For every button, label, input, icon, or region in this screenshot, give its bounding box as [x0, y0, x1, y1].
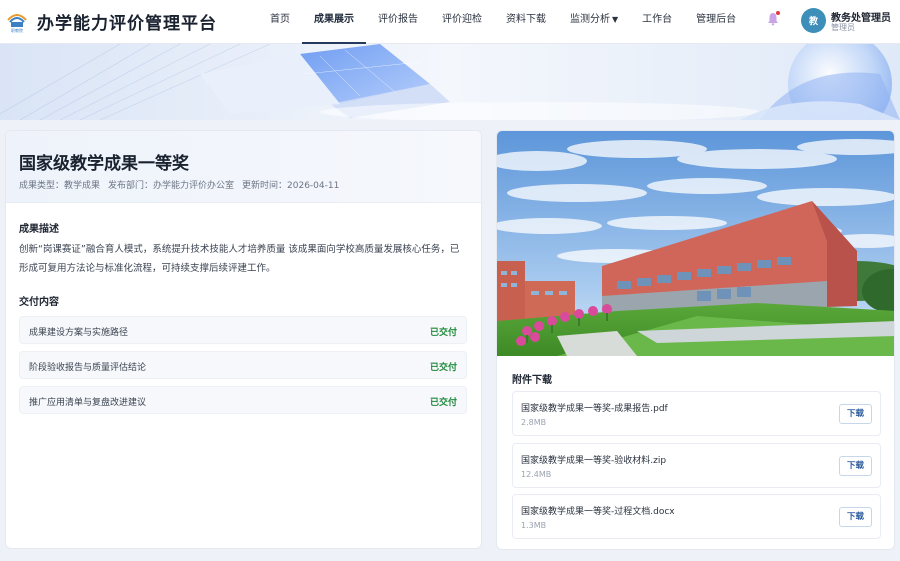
page-title: 国家级教学成果一等奖 [19, 154, 189, 174]
deliverable-item: 阶段验收报告与质量评估结论 已交付 [19, 351, 467, 379]
detail-header: 国家级教学成果一等奖 成果类型：教学成果 发布部门：办学能力评价办公室 更新时间… [6, 131, 481, 203]
attachment-name: 国家级教学成果一等奖-成果报告.pdf [521, 404, 668, 414]
top-header: 职教院 办学能力评价管理平台 首页 成果展示 评价报告 评价迎检 资料下载 监测… [0, 0, 900, 44]
chevron-down-icon: ▼ [612, 15, 619, 24]
deliverable-item: 推广应用清单与复盘改进建议 已交付 [19, 386, 467, 414]
download-button[interactable]: 下载 [839, 507, 872, 527]
deliverable-item: 成果建设方案与实施路径 已交付 [19, 316, 467, 344]
attachments-heading: 附件下载 [512, 375, 552, 386]
nav-workbench-label: 工作台 [642, 14, 673, 25]
notification-badge [776, 11, 780, 15]
nav-monitoring-label: 监测分析 [570, 14, 610, 25]
avatar[interactable]: 教 [801, 8, 826, 33]
status-badge: 已交付 [429, 398, 457, 408]
description-text: 创新“岗课赛证”融合育人模式，系统提升技术技能人才培养质量 该成果面向学校高质量… [19, 244, 460, 274]
description-heading: 成果描述 [19, 224, 59, 235]
nav-monitoring[interactable]: 监测分析 ▼ [558, 0, 630, 44]
download-button[interactable]: 下载 [839, 404, 872, 424]
status-badge: 已交付 [429, 363, 457, 373]
nav-home[interactable]: 首页 [258, 0, 302, 44]
attachment-name: 国家级教学成果一等奖-过程文档.docx [521, 507, 675, 517]
nav-workbench[interactable]: 工作台 [630, 0, 684, 44]
status-badge: 已交付 [429, 328, 457, 338]
download-button[interactable]: 下载 [839, 456, 872, 476]
main-nav: 首页 成果展示 评价报告 评价迎检 资料下载 监测分析 ▼ 工作台 管理后台 [258, 0, 748, 44]
nav-downloads[interactable]: 资料下载 [494, 0, 558, 44]
campus-photo [497, 131, 894, 356]
nav-inspection[interactable]: 评价迎检 [430, 0, 494, 44]
attachment-size: 1.3MB [521, 521, 547, 530]
nav-reports[interactable]: 评价报告 [366, 0, 430, 44]
meta-type: 成果类型：教学成果 [19, 181, 101, 191]
logo-text: 职教院 [11, 27, 23, 33]
attachment-item: 国家级教学成果一等奖-验收材料.zip 12.4MB 下载 [512, 443, 881, 488]
hero-banner [0, 44, 900, 120]
nav-achievements[interactable]: 成果展示 [302, 0, 366, 44]
nav-admin[interactable]: 管理后台 [684, 0, 748, 44]
attachment-size: 2.8MB [521, 418, 547, 427]
nav-reports-label: 评价报告 [378, 14, 418, 25]
detail-meta: 成果类型：教学成果 发布部门：办学能力评价办公室 更新时间：2026-04-11 [19, 178, 339, 191]
nav-inspection-label: 评价迎检 [442, 14, 482, 25]
meta-department: 发布部门：办学能力评价办公室 [108, 181, 235, 191]
nav-home-label: 首页 [270, 14, 290, 25]
attachment-size: 12.4MB [521, 470, 552, 479]
school-logo-icon[interactable]: 职教院 [6, 9, 28, 33]
attachment-item: 国家级教学成果一等奖-成果报告.pdf 2.8MB 下载 [512, 391, 881, 436]
deliverables-heading: 交付内容 [19, 297, 59, 308]
nav-achievements-label: 成果展示 [314, 14, 354, 25]
deliverable-label: 推广应用清单与复盘改进建议 [29, 398, 147, 408]
achievement-detail-card: 国家级教学成果一等奖 成果类型：教学成果 发布部门：办学能力评价办公室 更新时间… [5, 130, 482, 549]
deliverable-label: 成果建设方案与实施路径 [29, 328, 129, 338]
meta-updated: 更新时间：2026-04-11 [242, 181, 340, 191]
nav-admin-label: 管理后台 [696, 14, 737, 25]
user-role: 管理员 [831, 23, 855, 32]
nav-downloads-label: 资料下载 [506, 14, 546, 25]
app-title: 办学能力评价管理平台 [37, 14, 217, 34]
banner-decoration [0, 44, 900, 120]
attachment-name: 国家级教学成果一等奖-验收材料.zip [521, 456, 667, 466]
deliverable-label: 阶段验收报告与质量评估结论 [29, 363, 147, 373]
attachments-card: 附件下载 国家级教学成果一等奖-成果报告.pdf 2.8MB 下载 国家级教学成… [496, 130, 895, 550]
attachment-item: 国家级教学成果一等奖-过程文档.docx 1.3MB 下载 [512, 494, 881, 539]
